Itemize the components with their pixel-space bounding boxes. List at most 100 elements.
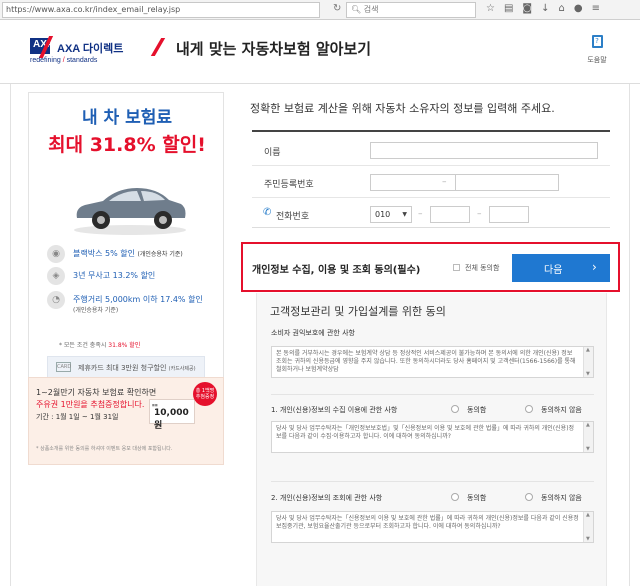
consent-details-panel: 고객정보관리 및 가입설계를 위한 동의 소비자 권익보호에 관한 사항 본 동…	[256, 293, 607, 586]
section-inquiry: 2. 개인(신용)정보의 조회에 관한 사항 동의함 동의하지 않음	[271, 491, 594, 507]
tagline-slash: /	[62, 57, 65, 64]
browser-toolbar: https://www.axa.co.kr/index_email_relay.…	[0, 0, 640, 20]
form-intro: 정확한 보험료 계산을 위해 자동차 소유자의 정보를 입력해 주세요.	[250, 102, 555, 115]
collection-text: 당사 및 당사 업무수탁자는「개인정보보호법」및「신용정보의 이용 및 보호에 …	[276, 425, 575, 440]
download-icon[interactable]: ↓	[541, 3, 558, 14]
event-disclaimer: * 상품소개를 위한 동의를 하셔야 이벤트 응모 대상에 포함됩니다.	[36, 446, 173, 452]
agree-all-checkbox[interactable]: 전체 동의함	[453, 263, 499, 273]
ad-discount: 최대 31.8% 할인!	[48, 134, 206, 156]
scrollbar[interactable]	[583, 422, 593, 452]
collection-agree-radio[interactable]: 동의함	[451, 405, 486, 415]
consent-title: 개인정보 수집, 이용 및 조회 동의(필수)	[252, 265, 421, 276]
phone-prefix-value: 010	[375, 210, 391, 219]
next-label: 다음	[544, 265, 563, 276]
inquiry-disagree-radio[interactable]: 동의하지 않음	[525, 493, 582, 503]
phone-label: 전화번호	[276, 212, 310, 222]
agree-label: 동의함	[467, 406, 487, 414]
benefit-text: 3년 무사고 13.2% 할인	[73, 271, 156, 280]
fuel-coupon: ■■ 10,000원	[149, 399, 195, 431]
owner-info-form: 이름 주민등록번호 – ✆ 전화번호 010 ▼ – –	[252, 130, 610, 228]
shield-icon: ◈	[47, 267, 65, 285]
inquiry-textbox[interactable]: 당사 및 당사 업무수탁자는「신용정보의 이용 및 보호에 관한 법률」에 따라…	[271, 511, 594, 543]
card-offer[interactable]: CARD 제휴카드 최대 3만원 청구할인 (카드사제공)	[47, 356, 205, 378]
scrollbar[interactable]	[583, 512, 593, 542]
rrn-row: 주민등록번호 –	[252, 166, 610, 198]
phone-middle-input[interactable]	[430, 206, 470, 223]
speedometer-icon: ◔	[47, 291, 65, 309]
collection-textbox[interactable]: 당사 및 당사 업무수탁자는「개인정보보호법」및「신용정보의 이용 및 보호에 …	[271, 421, 594, 453]
tagline-first: redefining	[30, 57, 61, 64]
agree-label: 동의함	[467, 494, 487, 502]
section-inquiry-title: 2. 개인(신용)정보의 조회에 관한 사항	[271, 494, 383, 502]
benefit-no-accident: ◈ 3년 무사고 13.2% 할인	[47, 267, 223, 287]
radio-icon	[451, 405, 459, 413]
rrn-dash: –	[442, 177, 447, 187]
menu-icon[interactable]: ≡	[592, 3, 609, 14]
car-image	[74, 188, 186, 235]
brand-name[interactable]: AXA 다이렉트	[57, 40, 123, 56]
event-period: 기간 : 1월 1일 ~ 1월 31일	[36, 413, 119, 421]
phone-prefix-select[interactable]: 010 ▼	[370, 206, 412, 223]
collection-disagree-radio[interactable]: 동의하지 않음	[525, 405, 582, 415]
phone-last-input[interactable]	[489, 206, 529, 223]
inquiry-agree-radio[interactable]: 동의함	[451, 493, 486, 503]
chevron-down-icon: ▼	[402, 211, 407, 218]
rrn-label: 주민등록번호	[264, 180, 314, 190]
consumer-rights-text: 본 동의를 거부하시는 경우에는 보험계약 상담 등 정상적인 서비스제공이 불…	[276, 350, 576, 373]
card-note: (카드사제공)	[168, 366, 196, 372]
name-label: 이름	[264, 148, 281, 158]
phone-row: ✆ 전화번호 010 ▼ – –	[252, 198, 610, 230]
benefit-mileage: ◔ 주행거리 5,000km 이하 17.4% 할인 (개인승용차 기준)	[47, 291, 223, 314]
rrn-back-input[interactable]	[455, 174, 559, 191]
disagree-label: 동의하지 않음	[541, 494, 582, 502]
coupon-value: 10,000원	[154, 408, 189, 431]
reload-icon[interactable]: ↻	[333, 3, 341, 14]
browser-toolbar-icons: ☆▤◙↓⌂●≡	[486, 3, 609, 14]
event-seal: 총 1백명 추첨증정	[193, 382, 217, 406]
coupon-logo: ■■	[152, 403, 158, 407]
divider	[271, 394, 594, 395]
scrollbar[interactable]	[583, 347, 593, 377]
credit-card-icon: CARD	[56, 362, 72, 372]
address-bar[interactable]: https://www.axa.co.kr/index_email_relay.…	[2, 2, 320, 18]
help-icon: ?	[591, 35, 603, 48]
tagline-second: standards	[66, 57, 98, 64]
brand-tagline: redefining / standards	[30, 57, 97, 64]
event-line2: 주유권 1만원을 추첨증정합니다.	[36, 400, 145, 409]
home-icon[interactable]: ⌂	[559, 3, 574, 14]
condition-note: * 모든 조건 충족시 31.8% 할인	[59, 340, 140, 349]
name-input[interactable]	[370, 142, 598, 159]
consumer-rights-textbox[interactable]: 본 동의를 거부하시는 경우에는 보험계약 상담 등 정상적인 서비스제공이 불…	[271, 346, 594, 378]
checkbox-icon	[453, 264, 460, 271]
divider	[271, 481, 594, 482]
search-icon: 🔍︎	[351, 5, 364, 14]
consent-bar: 개인정보 수집, 이용 및 조회 동의(필수) 전체 동의함 다음 ›	[241, 242, 620, 292]
ad-headline: 내 차 보험료	[81, 108, 173, 128]
name-row: 이름	[252, 134, 610, 166]
panel-title: 고객정보관리 및 가입설계를 위한 동의	[270, 305, 446, 318]
next-button[interactable]: 다음 ›	[512, 254, 610, 282]
help-button[interactable]: ? 도움말	[583, 35, 611, 65]
condition-text: * 모든 조건 충족시	[59, 342, 107, 349]
benefit-sub: (개인승용차 기준)	[73, 307, 119, 314]
pocket-icon[interactable]: ◙	[522, 3, 541, 14]
reading-list-icon[interactable]: ▤	[504, 3, 522, 14]
browser-search-input[interactable]: 🔍︎ 검색	[346, 2, 476, 18]
help-label: 도움말	[587, 56, 607, 64]
camera-icon: ◉	[47, 245, 65, 263]
benefit-text: 블랙박스 5% 할인	[73, 249, 135, 258]
event-banner[interactable]: 1~2월만기 자동차 보험료 확인하면 주유권 1만원을 추첨증정합니다. 기간…	[28, 377, 224, 465]
phone-icon: ✆	[263, 207, 272, 218]
condition-discount: 31.8% 할인	[108, 342, 141, 349]
radio-icon	[451, 493, 459, 501]
card-offer-text: 제휴카드 최대 3만원 청구할인	[78, 364, 167, 372]
radio-icon	[525, 493, 533, 501]
section-collection: 1. 개인(신용)정보의 수집 이용에 관한 사항 동의함 동의하지 않음	[271, 403, 594, 419]
chat-icon[interactable]: ●	[574, 3, 592, 14]
radio-icon	[525, 405, 533, 413]
disagree-label: 동의하지 않음	[541, 406, 582, 414]
benefit-text: 주행거리 5,000km 이하 17.4% 할인	[73, 295, 203, 304]
phone-dash-1: –	[418, 209, 423, 219]
chevron-right-icon: ›	[592, 260, 597, 274]
bookmark-star-icon[interactable]: ☆	[486, 3, 504, 14]
